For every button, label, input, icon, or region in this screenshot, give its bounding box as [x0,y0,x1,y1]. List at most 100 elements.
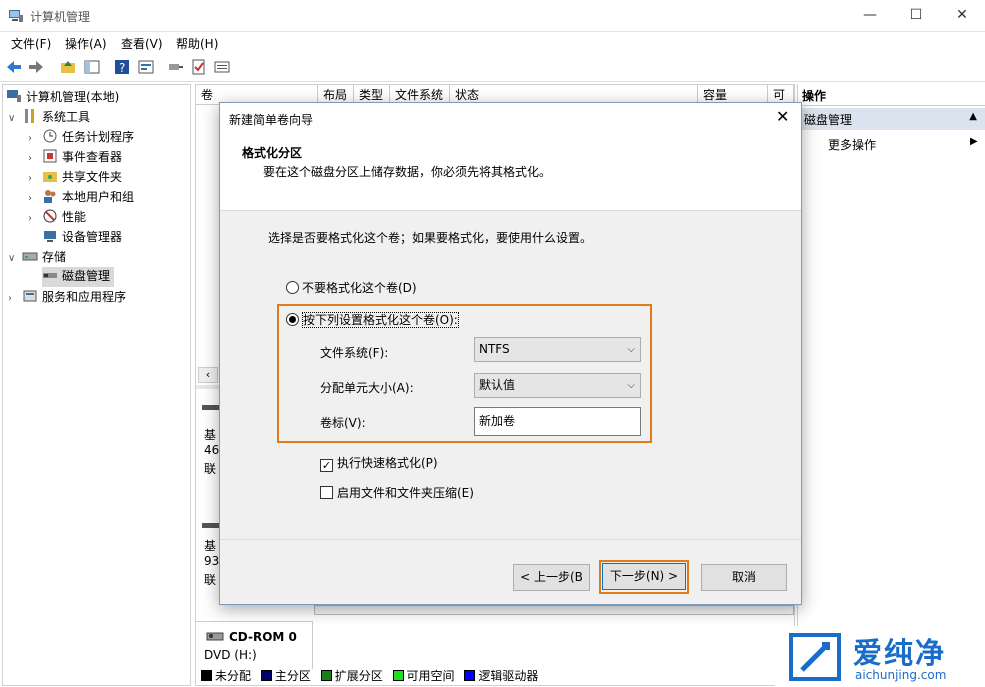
dialog-close-icon[interactable]: ✕ [776,107,789,126]
chevron-right-icon[interactable]: › [28,133,40,144]
step-subheading: 要在这个磁盘分区上储存数据，你必须先将其格式化。 [263,165,552,179]
step-heading: 格式化分区 [242,146,303,160]
new-simple-volume-wizard: 新建简单卷向导 ✕ 格式化分区 要在这个磁盘分区上储存数据，你必须先将其格式化。… [219,102,802,605]
disk0-size: 46 [204,443,220,457]
filesystem-label: 文件系统(F): [320,346,389,360]
legend-swatch [201,670,212,681]
actions-pane: 操作 磁盘管理 ▲ 更多操作 ▶ [797,84,985,686]
menu-action[interactable]: 操作(A) [65,35,107,52]
back-button[interactable]: < 上一步(B [513,564,590,591]
allocation-size-select[interactable]: 默认值 ⌵ [474,373,641,398]
back-arrow-icon[interactable] [5,58,23,76]
divider [312,621,313,669]
cdrom-name: CD-ROM 0 [229,630,297,644]
disk1-status: 联 [204,573,217,587]
watermark-url: aichunjing.com [855,668,947,682]
tree-item-device-manager[interactable]: 设备管理器 [42,228,122,248]
chevron-right-icon[interactable]: › [28,193,40,204]
computer-management-icon [9,10,23,22]
legend-item: 可用空间 [392,669,455,683]
properties-icon[interactable] [137,58,155,76]
toolbar: ? [0,54,985,82]
partition-bar[interactable] [314,605,794,615]
allocation-size-label: 分配单元大小(A): [320,381,414,395]
watermark: 爱纯净 aichunjing.com [775,626,985,687]
chevron-down-icon[interactable]: ∨ [8,253,20,264]
checkbox-checked[interactable]: ✓ [320,459,333,472]
up-folder-icon[interactable] [59,58,77,76]
chevron-down-icon: ⌵ [627,380,635,391]
dialog-header: 新建简单卷向导 ✕ 格式化分区 要在这个磁盘分区上储存数据，你必须先将其格式化。 [220,103,801,211]
maximize-button[interactable]: ☐ [893,0,939,32]
chevron-right-icon[interactable]: › [8,293,20,304]
svg-text:?: ? [119,61,125,75]
volume-label-input[interactable]: 新加卷 [474,407,641,436]
chevron-right-icon[interactable]: › [28,173,40,184]
services-icon [23,290,37,302]
footer-divider [220,539,801,540]
menu-help[interactable]: 帮助(H) [176,35,218,52]
no-format-option[interactable]: 不要格式化这个卷(D) [286,279,417,296]
navigation-tree: 计算机管理(本地) ∨ 系统工具 › 任务计划程序 › 事件查看器 › 共享文件夹 › 本… [2,84,191,686]
chevron-right-icon[interactable]: › [28,213,40,224]
radio-button[interactable] [286,281,299,294]
checkbox[interactable] [320,486,333,499]
tree-item-performance[interactable]: › 性能 [28,208,86,228]
submenu-arrow-icon: ▶ [970,136,978,147]
dialog-title: 新建简单卷向导 [229,113,314,127]
format-option[interactable]: 按下列设置格式化这个卷(O): [286,311,459,328]
users-icon [44,190,56,203]
storage-icon [22,252,38,261]
disk1-type: 基 [204,539,217,553]
radio-button-selected[interactable] [286,313,299,326]
legend-item: 主分区 [260,669,311,683]
tree-item-disk-management[interactable]: 磁盘管理 [42,267,115,287]
performance-icon [43,209,57,223]
next-button[interactable]: 下一步(N) > [602,563,686,590]
disk0-type: 基 [204,428,217,442]
device-manager-icon [44,231,56,242]
tree-item-services[interactable]: › 服务和应用程序 [8,288,126,308]
actions-header: 操作 [798,84,985,106]
forward-arrow-icon[interactable] [27,58,45,76]
disk1-size: 93 [204,554,220,568]
disk-icon [202,405,220,410]
compression-option[interactable]: 启用文件和文件夹压缩(E) [320,484,474,501]
check-document-icon[interactable] [190,58,208,76]
chevron-right-icon[interactable]: › [28,153,40,164]
cancel-button[interactable]: 取消 [701,564,787,591]
chevron-down-icon[interactable]: ∨ [8,113,20,124]
tree-item-local-users[interactable]: › 本地用户和组 [28,188,134,208]
quick-format-option[interactable]: ✓ 执行快速格式化(P) [320,454,438,472]
list-view-icon[interactable] [213,58,231,76]
tree-item-task-scheduler[interactable]: › 任务计划程序 [28,128,134,148]
chevron-down-icon: ⌵ [627,344,635,355]
show-hide-tree-icon[interactable] [83,58,101,76]
connect-icon[interactable] [167,58,185,76]
close-window-button[interactable]: ✕ [939,0,985,32]
computer-management-icon [7,90,21,102]
tree-item-root[interactable]: 计算机管理(本地) [6,88,119,108]
more-actions-item[interactable]: 更多操作 [828,136,876,153]
volume-label-label: 卷标(V): [320,416,366,430]
filesystem-select[interactable]: NTFS ⌵ [474,337,641,362]
legend: 未分配 主分区 扩展分区 可用空间 逻辑驱动器 [201,667,538,684]
disk-icon [202,523,220,528]
legend-swatch [260,670,272,681]
menu-file[interactable]: 文件(F) [11,35,51,52]
legend-swatch [392,670,404,681]
collapse-arrow-icon[interactable]: ▲ [969,111,977,122]
menu-view[interactable]: 查看(V) [121,35,163,52]
actions-section-disk-management[interactable]: 磁盘管理 ▲ [798,108,985,130]
help-icon[interactable]: ? [113,58,131,76]
tree-item-event-viewer[interactable]: › 事件查看器 [28,148,122,168]
shared-folder-icon [43,172,57,182]
cdrom-drive: DVD (H:) [204,648,257,662]
clock-icon [43,129,57,143]
tree-item-system-tools[interactable]: ∨ 系统工具 [8,108,90,128]
scroll-left-button[interactable]: ‹ [198,367,218,383]
minimize-button[interactable]: — [847,0,893,32]
legend-swatch [320,670,332,681]
tree-item-storage[interactable]: ∨ 存储 [8,248,66,268]
tree-item-shared-folders[interactable]: › 共享文件夹 [28,168,122,188]
